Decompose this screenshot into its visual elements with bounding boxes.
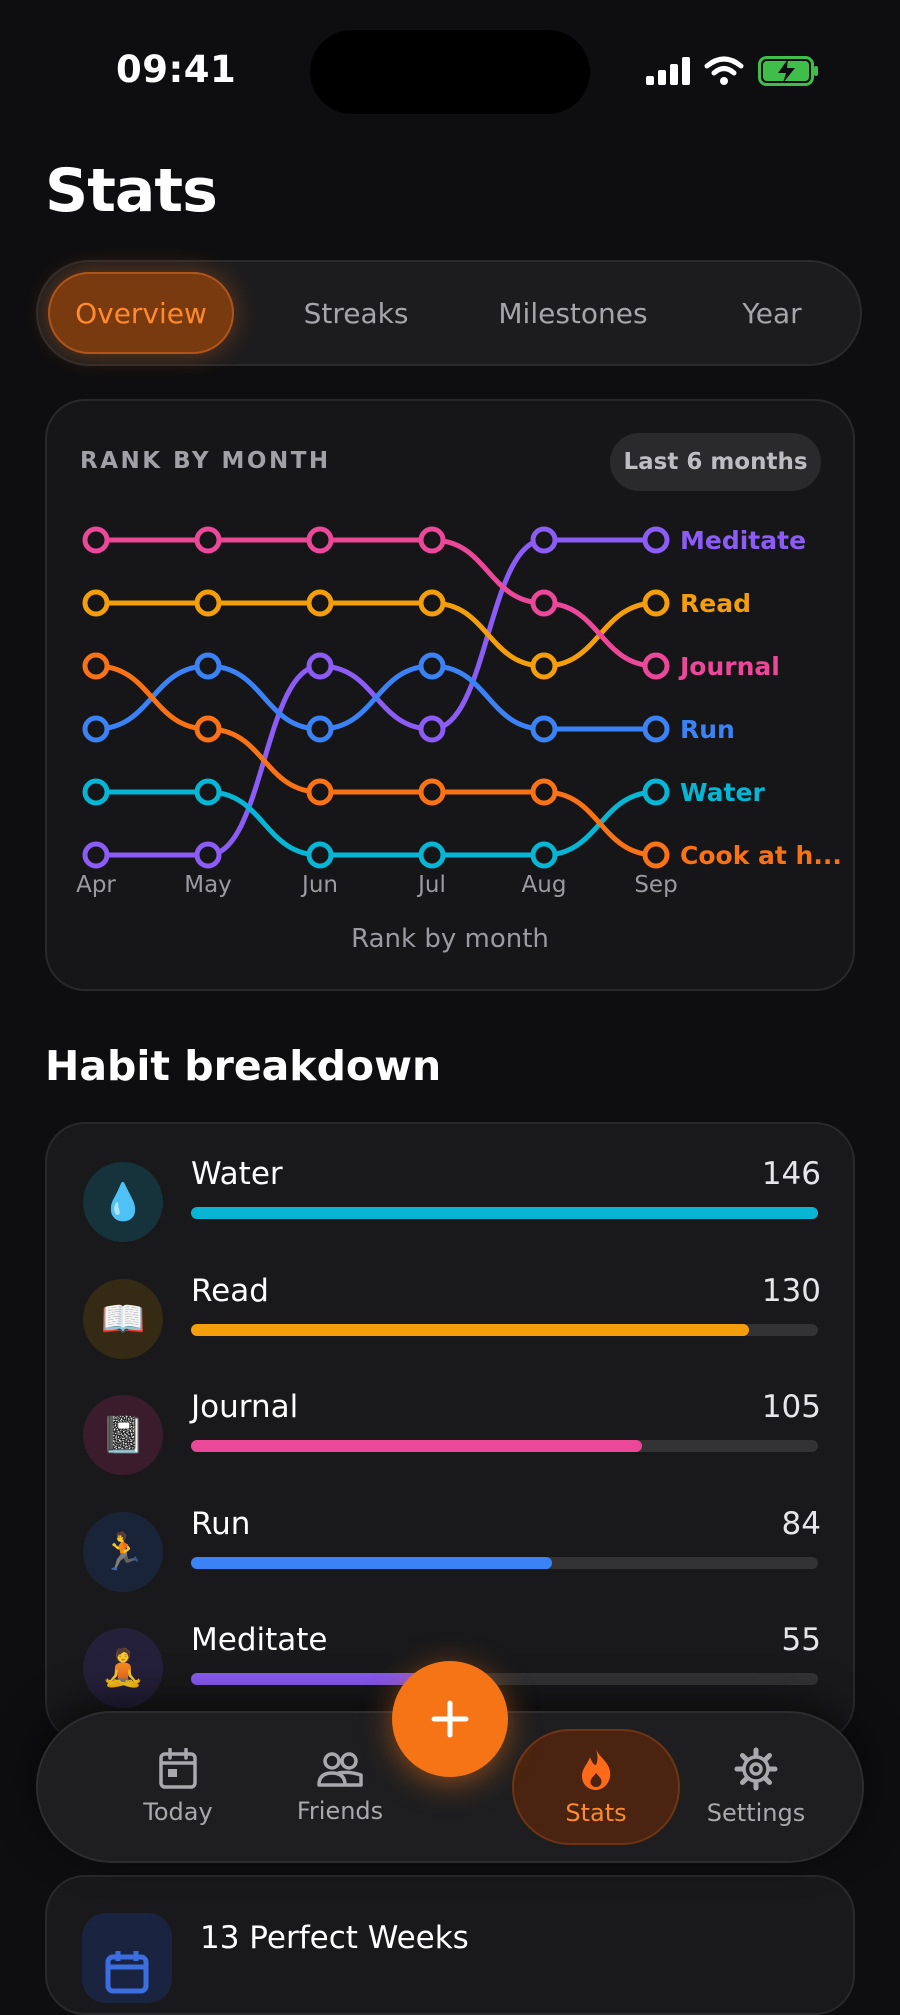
people-icon bbox=[317, 1752, 363, 1787]
habit-count: 105 bbox=[761, 1389, 821, 1425]
series-point bbox=[642, 652, 670, 680]
series-end-label: Read bbox=[680, 589, 751, 618]
calendar-icon bbox=[159, 1748, 197, 1789]
series-point bbox=[82, 778, 110, 806]
series-point bbox=[418, 526, 446, 554]
habit-progress-fill bbox=[191, 1440, 642, 1452]
notebook-icon: 📓 bbox=[83, 1395, 163, 1475]
series-point bbox=[194, 778, 222, 806]
habit-row-journal[interactable]: 📓 Journal 105 bbox=[47, 1389, 853, 1505]
series-point bbox=[194, 841, 222, 869]
calendar-badge-icon bbox=[82, 1913, 172, 2003]
habit-name: Journal bbox=[191, 1389, 299, 1425]
add-habit-button[interactable] bbox=[392, 1661, 508, 1777]
habit-progress-fill bbox=[191, 1324, 750, 1336]
nav-settings[interactable]: Settings bbox=[676, 1713, 836, 1861]
series-point bbox=[82, 526, 110, 554]
series-point bbox=[530, 526, 558, 554]
series-point bbox=[418, 715, 446, 743]
add-icon bbox=[431, 1700, 469, 1738]
x-tick-label: Jun bbox=[300, 872, 338, 898]
series-point bbox=[194, 715, 222, 743]
habit-name: Read bbox=[191, 1273, 269, 1309]
habit-progress-track bbox=[191, 1324, 818, 1336]
habit-breakdown-title: Habit breakdown bbox=[45, 1042, 442, 1090]
nav-label: Settings bbox=[706, 1799, 806, 1827]
series-end-label: Water bbox=[680, 778, 765, 807]
habit-row-run[interactable]: 🏃 Run 84 bbox=[47, 1506, 853, 1622]
series-end-label: Cook at h... bbox=[680, 841, 842, 870]
habit-count: 130 bbox=[761, 1273, 821, 1309]
book-icon: 📖 bbox=[83, 1279, 163, 1359]
habit-name: Meditate bbox=[191, 1622, 328, 1658]
series-point bbox=[530, 715, 558, 743]
series-point bbox=[194, 526, 222, 554]
series-end-label: Run bbox=[680, 715, 735, 744]
nav-label: Stats bbox=[565, 1799, 627, 1827]
series-point bbox=[82, 715, 110, 743]
series-point bbox=[530, 652, 558, 680]
habit-breakdown-card: 💧 Water 146 📖 Read 130 📓 Journal 105 🏃 R… bbox=[45, 1122, 855, 1742]
habit-progress-fill bbox=[191, 1673, 428, 1685]
series-point bbox=[530, 841, 558, 869]
habit-progress-track bbox=[191, 1440, 818, 1452]
gear-icon bbox=[734, 1747, 778, 1791]
nav-label: Today bbox=[143, 1798, 213, 1826]
series-point bbox=[82, 841, 110, 869]
habit-count: 55 bbox=[781, 1622, 821, 1658]
series-point bbox=[530, 589, 558, 617]
runner-icon: 🏃 bbox=[83, 1512, 163, 1592]
series-point bbox=[418, 841, 446, 869]
nav-today[interactable]: Today bbox=[98, 1713, 258, 1861]
series-point bbox=[306, 778, 334, 806]
rank-bump-chart: Meditate Read Journal Run Water Cook at h... A… bbox=[76, 526, 842, 898]
x-tick-label: Sep bbox=[634, 872, 677, 898]
x-tick-label: Jul bbox=[416, 872, 446, 898]
series-point bbox=[418, 778, 446, 806]
series-point bbox=[82, 589, 110, 617]
nav-label: Friends bbox=[296, 1797, 384, 1825]
series-point bbox=[306, 652, 334, 680]
series-point bbox=[530, 778, 558, 806]
flame-icon bbox=[582, 1749, 611, 1790]
habit-progress-track bbox=[191, 1207, 818, 1219]
series-point bbox=[642, 526, 670, 554]
x-tick-label: May bbox=[184, 872, 232, 898]
series-point bbox=[642, 589, 670, 617]
habit-row-water[interactable]: 💧 Water 146 bbox=[47, 1156, 853, 1272]
habit-progress-track bbox=[191, 1673, 818, 1685]
series-end-label: Meditate bbox=[680, 526, 806, 555]
series-point bbox=[418, 589, 446, 617]
nav-stats[interactable]: Stats bbox=[516, 1713, 676, 1861]
series-point bbox=[82, 652, 110, 680]
series-point bbox=[306, 589, 334, 617]
series-point bbox=[642, 778, 670, 806]
series-point bbox=[194, 589, 222, 617]
series-point bbox=[306, 715, 334, 743]
habit-count: 146 bbox=[761, 1156, 821, 1192]
habit-row-read[interactable]: 📖 Read 130 bbox=[47, 1273, 853, 1389]
habit-progress-fill bbox=[191, 1207, 818, 1219]
series-point bbox=[642, 715, 670, 743]
series-point bbox=[642, 841, 670, 869]
chart-caption: Rank by month bbox=[351, 924, 549, 954]
series-point bbox=[306, 841, 334, 869]
habit-name: Water bbox=[191, 1156, 283, 1192]
series-point bbox=[306, 526, 334, 554]
series-point bbox=[194, 652, 222, 680]
habit-progress-fill bbox=[191, 1557, 552, 1569]
series-end-label: Journal bbox=[678, 652, 780, 681]
habit-name: Run bbox=[191, 1506, 251, 1542]
meditation-icon: 🧘 bbox=[83, 1628, 163, 1708]
water-drop-icon: 💧 bbox=[83, 1162, 163, 1242]
habit-progress-track bbox=[191, 1557, 818, 1569]
habit-count: 84 bbox=[781, 1506, 821, 1542]
perfect-weeks-text: 13 Perfect Weeks bbox=[200, 1920, 469, 1956]
series-point bbox=[418, 652, 446, 680]
x-tick-label: Apr bbox=[76, 872, 116, 898]
x-tick-label: Aug bbox=[522, 872, 567, 898]
